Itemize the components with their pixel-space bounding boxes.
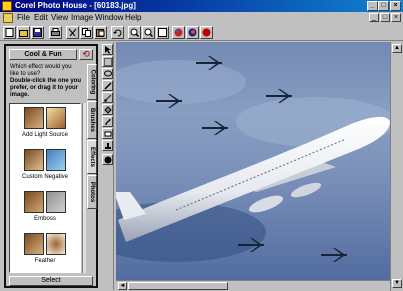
zoom-in-icon[interactable] xyxy=(128,26,141,39)
tool-strip xyxy=(101,42,114,290)
scroll-thumb[interactable] xyxy=(128,282,228,290)
menu-edit[interactable]: Edit xyxy=(34,13,48,22)
title-bar[interactable]: Corel Photo House - [60183.jpg] _ □ × xyxy=(0,0,403,12)
pointer-icon[interactable] xyxy=(102,44,113,55)
rect-select-icon[interactable] xyxy=(102,56,113,67)
doc-close-button[interactable]: × xyxy=(391,13,401,22)
dog-thumbnail-icon xyxy=(46,107,66,129)
panel-title[interactable]: Cool & Fun xyxy=(9,49,77,60)
close-button[interactable]: × xyxy=(390,1,401,11)
dog-thumbnail-icon xyxy=(24,107,44,129)
window-title: Corel Photo House - [60183.jpg] xyxy=(15,1,136,10)
minimize-button[interactable]: _ xyxy=(367,1,378,11)
instructions-hint: Double-click the one you prefer, or drag… xyxy=(10,78,82,98)
tab-photos[interactable]: Photos xyxy=(87,175,97,209)
photo-airliner xyxy=(116,42,390,280)
maximize-button[interactable]: □ xyxy=(378,1,389,11)
zoom-out-icon[interactable] xyxy=(142,26,155,39)
stamp-icon[interactable] xyxy=(102,140,113,151)
smudge-icon[interactable] xyxy=(102,116,113,127)
effect-label: Add Light Source xyxy=(21,132,69,138)
doc-restore-button[interactable]: □ xyxy=(380,13,390,22)
fill-icon[interactable] xyxy=(102,104,113,115)
menu-bar: File Edit View Image Window Help _ □ × xyxy=(0,12,403,24)
pen-icon[interactable] xyxy=(102,80,113,91)
stop-icon[interactable] xyxy=(200,26,213,39)
menu-window[interactable]: Window xyxy=(95,13,123,22)
tab-label: Effects xyxy=(89,146,96,168)
tab-label: Brushes xyxy=(89,107,96,133)
effects-panel: Cool & Fun ⟲ Which effect would you like… xyxy=(4,44,98,288)
fit-icon[interactable] xyxy=(156,26,169,39)
dog-thumbnail-icon xyxy=(24,149,44,171)
dog-thumbnail-icon xyxy=(24,233,44,255)
menu-file[interactable]: File xyxy=(17,13,30,22)
dog-thumbnail-icon xyxy=(24,191,44,213)
panel-instructions: Which effect would you like to use? Doub… xyxy=(10,64,82,99)
brush-icon[interactable] xyxy=(102,92,113,103)
color-swatch-icon[interactable] xyxy=(102,154,113,165)
horizontal-scrollbar[interactable]: ◄ xyxy=(116,280,390,291)
save-icon[interactable] xyxy=(31,26,44,39)
dog-thumbnail-icon xyxy=(46,149,66,171)
scroll-up-button[interactable]: ▲ xyxy=(392,44,402,53)
menu-image[interactable]: Image xyxy=(71,13,93,22)
cut-icon[interactable] xyxy=(66,26,79,39)
tab-effects[interactable]: Effects xyxy=(87,140,97,174)
select-button[interactable]: Select xyxy=(9,276,93,286)
dog-thumbnail-icon xyxy=(46,191,66,213)
doc-minimize-button[interactable]: _ xyxy=(369,13,379,22)
open-icon[interactable] xyxy=(17,26,30,39)
instructions-question: Which effect would you like to use? xyxy=(10,64,72,77)
paste-icon[interactable] xyxy=(94,26,107,39)
panel-tabs: Coloring Brushes Effects Photos xyxy=(87,64,97,254)
toolbar xyxy=(0,24,403,41)
color-icon[interactable] xyxy=(186,26,199,39)
effects-icon[interactable] xyxy=(172,26,185,39)
effect-label: Emboss xyxy=(34,216,56,222)
dog-thumbnail-icon xyxy=(46,233,66,255)
eraser-icon[interactable] xyxy=(102,128,113,139)
effect-label: Custom Negative xyxy=(21,174,69,180)
effects-scrollbar[interactable] xyxy=(82,103,86,273)
tab-label: Photos xyxy=(89,181,95,203)
lasso-icon[interactable] xyxy=(102,68,113,79)
panel-undo-icon[interactable]: ⟲ xyxy=(79,49,93,60)
new-icon[interactable] xyxy=(3,26,16,39)
scroll-left-button[interactable]: ◄ xyxy=(118,282,127,290)
scroll-down-button[interactable]: ▼ xyxy=(392,279,402,288)
tab-brushes[interactable]: Brushes xyxy=(87,101,97,139)
menu-view[interactable]: View xyxy=(51,13,68,22)
app-icon[interactable] xyxy=(2,1,12,11)
effect-thumbnails xyxy=(24,149,66,171)
effects-list: Add Light Source Custom Negative Emboss … xyxy=(9,103,81,273)
effect-thumbnails xyxy=(24,233,66,255)
print-icon[interactable] xyxy=(49,26,62,39)
effect-thumbnails xyxy=(24,107,66,129)
document-icon[interactable] xyxy=(3,13,13,23)
vertical-scrollbar[interactable]: ▲ ▼ xyxy=(390,42,403,291)
effect-label: Feather xyxy=(34,258,56,264)
image-canvas[interactable] xyxy=(116,42,390,280)
menu-help[interactable]: Help xyxy=(125,13,141,22)
effect-thumbnails xyxy=(24,191,66,213)
undo-icon[interactable] xyxy=(111,26,124,39)
tab-coloring[interactable]: Coloring xyxy=(87,64,97,100)
tab-label: Coloring xyxy=(89,69,96,95)
copy-icon[interactable] xyxy=(80,26,93,39)
